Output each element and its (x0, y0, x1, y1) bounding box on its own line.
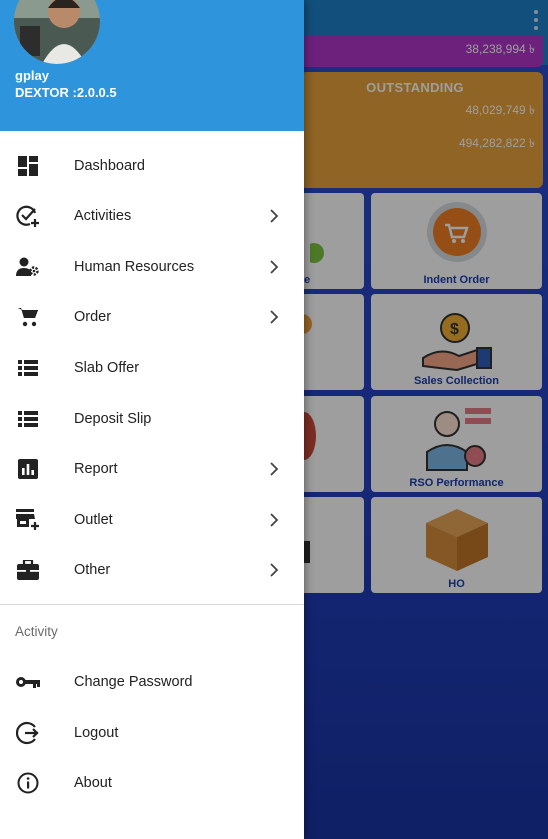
user-name: gplay (15, 68, 49, 83)
list-icon (16, 356, 40, 380)
chevron-right-icon (270, 209, 279, 223)
chevron-right-icon (270, 513, 279, 527)
menu-item-label: Outlet (74, 512, 113, 528)
menu-item-change-password[interactable]: Change Password (0, 657, 304, 707)
report-chart-icon (16, 457, 40, 481)
cart-icon (16, 305, 40, 329)
drawer-header: gplay DEXTOR :2.0.0.5 (0, 0, 304, 131)
menu-item-label: Report (74, 461, 118, 477)
menu-item-label: About (74, 775, 112, 791)
chevron-right-icon (270, 260, 279, 274)
chevron-right-icon (270, 310, 279, 324)
menu-item-label: Slab Offer (74, 360, 140, 376)
menu-item-other[interactable]: Other (0, 545, 304, 595)
app-version: DEXTOR :2.0.0.5 (15, 85, 117, 100)
menu-item-outlet[interactable]: Outlet (0, 495, 304, 545)
menu-item-label: Order (74, 309, 112, 325)
activities-check-icon (16, 204, 40, 228)
info-icon (16, 771, 40, 795)
human-resources-icon (16, 255, 40, 279)
menu-item-logout[interactable]: Logout (0, 708, 304, 758)
user-photo-icon (14, 0, 100, 64)
menu-item-label: Activities (74, 208, 132, 224)
menu-item-human-resources[interactable]: Human Resources (0, 242, 304, 292)
menu-item-order[interactable]: Order (0, 292, 304, 342)
list-icon (16, 407, 40, 431)
navigation-drawer: gplay DEXTOR :2.0.0.5 Dashboard Activiti… (0, 0, 304, 839)
chevron-right-icon (270, 462, 279, 476)
menu-item-dashboard[interactable]: Dashboard (0, 141, 304, 191)
menu-item-slab-offer[interactable]: Slab Offer (0, 343, 304, 393)
chevron-right-icon (270, 563, 279, 577)
menu-item-label: Deposit Slip (74, 411, 152, 427)
menu-item-deposit-slip[interactable]: Deposit Slip (0, 394, 304, 444)
menu-divider (0, 604, 304, 605)
briefcase-icon (16, 558, 40, 582)
logout-icon (16, 721, 40, 745)
menu-item-label: Dashboard (74, 158, 145, 174)
key-icon (16, 670, 40, 694)
menu-item-label: Other (74, 562, 111, 578)
menu-item-label: Change Password (74, 674, 193, 690)
store-add-icon (16, 508, 40, 532)
menu-item-about[interactable]: About (0, 758, 304, 808)
menu-item-activities[interactable]: Activities (0, 191, 304, 241)
menu-item-label: Human Resources (74, 259, 195, 275)
menu-item-label: Logout (74, 725, 119, 741)
menu-item-report[interactable]: Report (0, 444, 304, 494)
avatar[interactable] (14, 0, 100, 64)
section-title-activity: Activity (15, 624, 58, 639)
dashboard-icon (16, 154, 40, 178)
